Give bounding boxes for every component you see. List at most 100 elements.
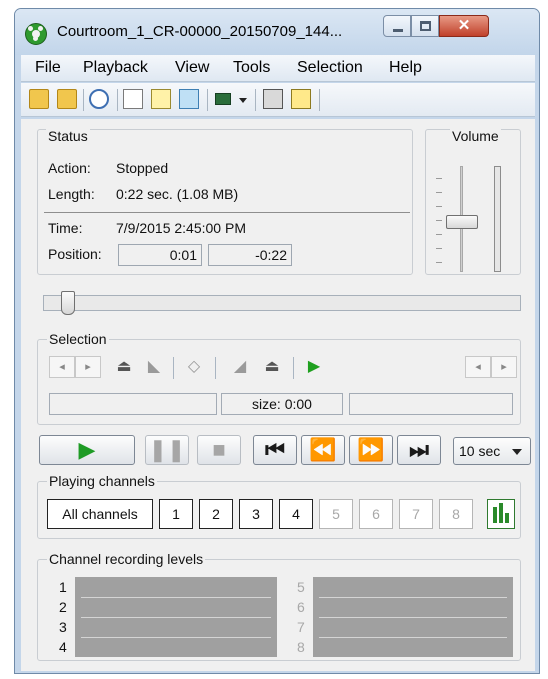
notes-icon[interactable] bbox=[151, 89, 171, 109]
selection-zoom-left-button[interactable]: ◂ bbox=[465, 356, 491, 378]
maximize-icon bbox=[420, 21, 431, 31]
channel-4-button[interactable]: 4 bbox=[279, 499, 313, 529]
status-panel: Status Action: Stopped Length: 0:22 sec.… bbox=[37, 128, 413, 275]
chevron-down-icon bbox=[512, 449, 522, 455]
level-channel-6-label: 6 bbox=[297, 599, 305, 615]
level-bar-icon bbox=[505, 513, 509, 523]
go-to-start-icon[interactable]: ◢ bbox=[229, 357, 251, 377]
level-divider bbox=[319, 597, 507, 598]
level-channel-7-label: 7 bbox=[297, 619, 305, 635]
level-divider bbox=[319, 637, 507, 638]
properties-icon[interactable] bbox=[123, 89, 143, 109]
app-logo-icon bbox=[25, 23, 47, 45]
selection-step-right-button[interactable]: ▸ bbox=[75, 356, 101, 378]
close-button[interactable]: ✕ bbox=[439, 15, 489, 37]
level-bar-icon bbox=[493, 507, 497, 523]
clock-icon[interactable] bbox=[89, 89, 109, 109]
selection-title: Selection bbox=[47, 331, 109, 347]
play-selection-icon[interactable]: ▶ bbox=[303, 357, 325, 377]
level-channel-2-label: 2 bbox=[59, 599, 67, 615]
camera-icon[interactable] bbox=[215, 93, 231, 105]
selection-zoom-right-button[interactable]: ▸ bbox=[491, 356, 517, 378]
level-channel-4-label: 4 bbox=[59, 639, 67, 655]
all-channels-button[interactable]: All channels bbox=[47, 499, 153, 529]
folder-arrow-icon[interactable] bbox=[57, 89, 77, 109]
toolbar-divider bbox=[255, 89, 256, 111]
position-slider-thumb[interactable] bbox=[61, 291, 75, 315]
channel-7-button[interactable]: 7 bbox=[399, 499, 433, 529]
maximize-button[interactable] bbox=[411, 15, 439, 37]
selection-divider bbox=[215, 357, 216, 379]
zoom-icon[interactable] bbox=[291, 89, 311, 109]
volume-tick bbox=[436, 192, 442, 193]
action-label: Action: bbox=[48, 160, 91, 176]
channel-8-button[interactable]: 8 bbox=[439, 499, 473, 529]
playing-channels-title: Playing channels bbox=[47, 473, 157, 489]
position-slider-track[interactable] bbox=[43, 295, 521, 311]
pause-button[interactable]: ❚❚ bbox=[145, 435, 189, 465]
volume-slider-thumb[interactable] bbox=[446, 215, 478, 229]
channel-1-button[interactable]: 1 bbox=[159, 499, 193, 529]
selection-end-field bbox=[349, 393, 513, 415]
menu-view[interactable]: View bbox=[175, 59, 209, 77]
level-divider bbox=[81, 597, 271, 598]
level-divider bbox=[81, 617, 271, 618]
selection-divider bbox=[293, 357, 294, 379]
rewind-button[interactable]: ⏪ bbox=[301, 435, 345, 465]
level-channel-5-label: 5 bbox=[297, 579, 305, 595]
minimize-button[interactable] bbox=[383, 15, 411, 37]
skip-interval-select[interactable]: 10 sec bbox=[453, 437, 531, 465]
recording-levels-title: Channel recording levels bbox=[47, 551, 206, 567]
action-value: Stopped bbox=[116, 160, 169, 176]
title-bar[interactable]: Courtroom_1_CR-00000_20150709_144... ✕ bbox=[15, 9, 539, 55]
main-content: Status Action: Stopped Length: 0:22 sec.… bbox=[21, 119, 535, 671]
position-elapsed: 0:01 bbox=[118, 244, 202, 266]
menu-help[interactable]: Help bbox=[389, 59, 422, 77]
skip-to-start-button[interactable]: ⏮ bbox=[253, 435, 297, 465]
volume-tick bbox=[436, 206, 442, 207]
menu-selection[interactable]: Selection bbox=[297, 59, 363, 77]
channel-levels-toggle-icon[interactable] bbox=[487, 499, 515, 529]
skip-interval-value: 10 sec bbox=[459, 443, 501, 459]
play-button[interactable]: ▶ bbox=[39, 435, 135, 465]
level-meter-left bbox=[75, 577, 277, 657]
copy-icon[interactable] bbox=[179, 89, 199, 109]
menu-tools[interactable]: Tools bbox=[233, 59, 270, 77]
fast-forward-button[interactable]: ⏩ bbox=[349, 435, 393, 465]
window-title: Courtroom_1_CR-00000_20150709_144... bbox=[57, 23, 343, 40]
skip-to-end-button[interactable]: ⏭ bbox=[397, 435, 441, 465]
channel-5-button[interactable]: 5 bbox=[319, 499, 353, 529]
menu-playback[interactable]: Playback bbox=[83, 59, 148, 77]
set-selection-end-icon[interactable]: ◣ bbox=[143, 357, 165, 377]
selection-size: size: 0:00 bbox=[221, 393, 343, 415]
level-divider bbox=[319, 617, 507, 618]
volume-meter bbox=[494, 166, 501, 272]
status-divider bbox=[44, 212, 410, 213]
stop-button[interactable]: ■ bbox=[197, 435, 241, 465]
app-window: Courtroom_1_CR-00000_20150709_144... ✕ F… bbox=[14, 8, 540, 674]
time-label: Time: bbox=[48, 220, 83, 236]
menu-file[interactable]: File bbox=[35, 59, 61, 77]
selection-step-left-button[interactable]: ◂ bbox=[49, 356, 75, 378]
selection-divider bbox=[173, 357, 174, 379]
level-channel-1-label: 1 bbox=[59, 579, 67, 595]
channel-2-button[interactable]: 2 bbox=[199, 499, 233, 529]
length-value: 0:22 sec. (1.08 MB) bbox=[116, 186, 239, 202]
level-channel-8-label: 8 bbox=[297, 639, 305, 655]
position-remaining: -0:22 bbox=[208, 244, 292, 266]
open-folder-icon[interactable] bbox=[29, 89, 49, 109]
eraser-icon[interactable]: ◇ bbox=[183, 357, 205, 377]
volume-tick bbox=[436, 262, 442, 263]
eject-icon[interactable]: ⏏ bbox=[261, 357, 283, 377]
toolbar-divider bbox=[83, 89, 84, 111]
length-label: Length: bbox=[48, 186, 95, 202]
channel-6-button[interactable]: 6 bbox=[359, 499, 393, 529]
chevron-down-icon[interactable] bbox=[239, 98, 247, 103]
toolbar-divider bbox=[207, 89, 208, 111]
monitor-icon[interactable] bbox=[263, 89, 283, 109]
position-label: Position: bbox=[48, 246, 102, 262]
set-selection-start-icon[interactable]: ⏏ bbox=[113, 357, 135, 377]
channel-3-button[interactable]: 3 bbox=[239, 499, 273, 529]
selection-start-field bbox=[49, 393, 217, 415]
level-meter-right bbox=[313, 577, 513, 657]
